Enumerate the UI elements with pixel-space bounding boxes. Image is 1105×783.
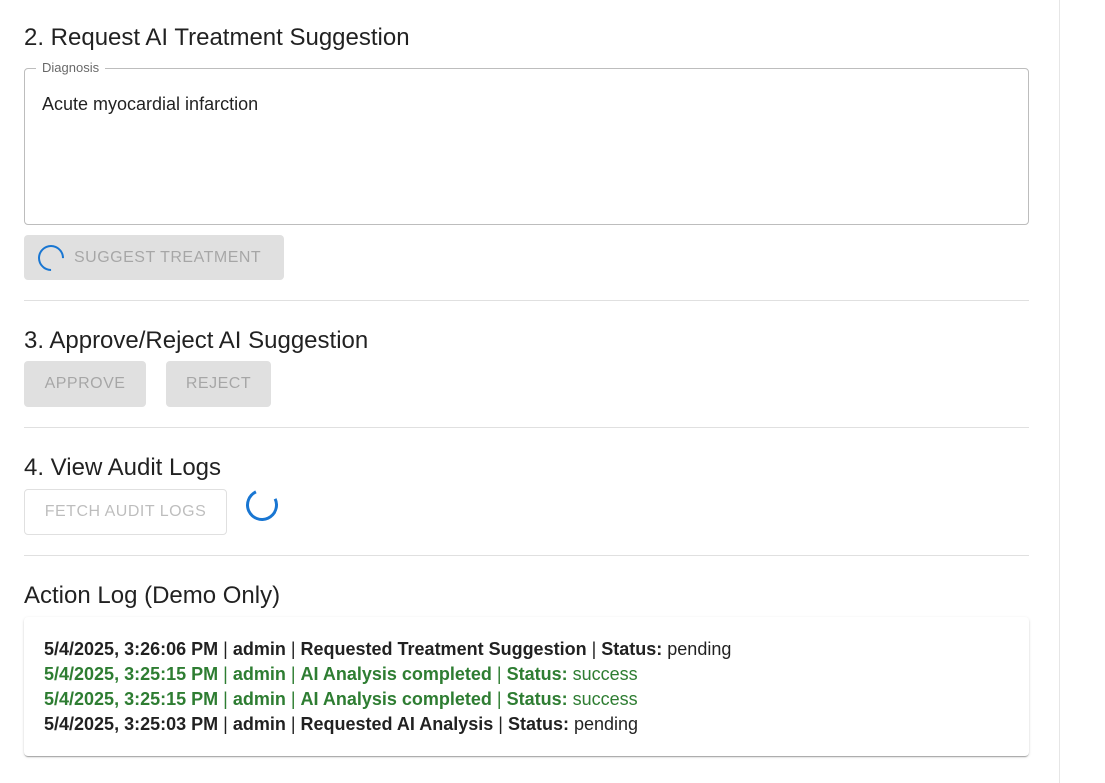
divider <box>24 300 1029 301</box>
divider <box>24 555 1029 556</box>
log-entry: 5/4/2025, 3:25:15 PM | admin | AI Analys… <box>44 662 1009 687</box>
log-separator: | <box>218 689 233 709</box>
section-title-audit: 4. View Audit Logs <box>24 454 222 481</box>
log-entry: 5/4/2025, 3:25:15 PM | admin | AI Analys… <box>44 687 1009 712</box>
log-action: AI Analysis completed <box>300 689 492 709</box>
log-status-label: Status: <box>601 639 663 659</box>
divider <box>24 427 1029 428</box>
log-separator: | <box>586 639 602 659</box>
log-separator: | <box>491 689 507 709</box>
log-separator: | <box>285 639 301 659</box>
log-separator: | <box>218 639 233 659</box>
log-status: pending <box>662 639 732 659</box>
section-title-approve: 3. Approve/Reject AI Suggestion <box>24 327 369 354</box>
fetch-audit-logs-button[interactable]: FETCH AUDIT LOGS <box>24 489 227 535</box>
log-status-label: Status: <box>506 664 568 684</box>
log-status: pending <box>568 714 639 734</box>
section-title-suggest: 2. Request AI Treatment Suggestion <box>24 24 410 51</box>
log-separator: | <box>285 689 301 709</box>
reject-button[interactable]: REJECT <box>166 361 271 407</box>
section-title-action-log: Action Log (Demo Only) <box>24 582 281 609</box>
log-timestamp: 5/4/2025, 3:25:03 PM <box>44 714 219 734</box>
log-separator: | <box>285 664 301 684</box>
diagnosis-field[interactable]: Diagnosis Acute myocardial infarction <box>24 60 1029 225</box>
log-action: Requested AI Analysis <box>300 714 494 734</box>
log-timestamp: 5/4/2025, 3:25:15 PM <box>44 664 219 684</box>
log-separator: | <box>285 714 301 734</box>
log-separator: | <box>491 664 507 684</box>
log-entry: 5/4/2025, 3:25:03 PM | admin | Requested… <box>44 712 1009 737</box>
log-entry: 5/4/2025, 3:26:06 PM | admin | Requested… <box>44 637 1009 662</box>
log-status: success <box>567 664 638 684</box>
log-status-label: Status: <box>507 714 569 734</box>
approve-button[interactable]: APPROVE <box>24 361 146 407</box>
log-action: Requested Treatment Suggestion <box>300 639 587 659</box>
loading-spinner-icon <box>241 484 283 526</box>
suggest-treatment-label: SUGGEST TREATMENT <box>74 248 262 266</box>
action-log-card: 5/4/2025, 3:26:06 PM | admin | Requested… <box>24 617 1029 756</box>
right-divider <box>1059 0 1060 783</box>
log-user: admin <box>232 664 286 684</box>
log-timestamp: 5/4/2025, 3:26:06 PM <box>44 639 219 659</box>
log-separator: | <box>218 714 233 734</box>
audit-loading <box>241 484 283 526</box>
loading-spinner-icon <box>32 239 70 276</box>
log-timestamp: 5/4/2025, 3:25:15 PM <box>44 689 219 709</box>
log-status-label: Status: <box>506 689 568 709</box>
log-separator: | <box>218 664 233 684</box>
log-status: success <box>567 689 638 709</box>
suggest-treatment-button[interactable]: SUGGEST TREATMENT <box>24 235 284 280</box>
log-user: admin <box>232 689 286 709</box>
log-user: admin <box>232 639 286 659</box>
diagnosis-label: Diagnosis <box>36 60 106 76</box>
log-separator: | <box>493 714 508 734</box>
log-user: admin <box>232 714 286 734</box>
diagnosis-input[interactable]: Acute myocardial infarction <box>42 92 258 116</box>
log-action: AI Analysis completed <box>300 664 492 684</box>
